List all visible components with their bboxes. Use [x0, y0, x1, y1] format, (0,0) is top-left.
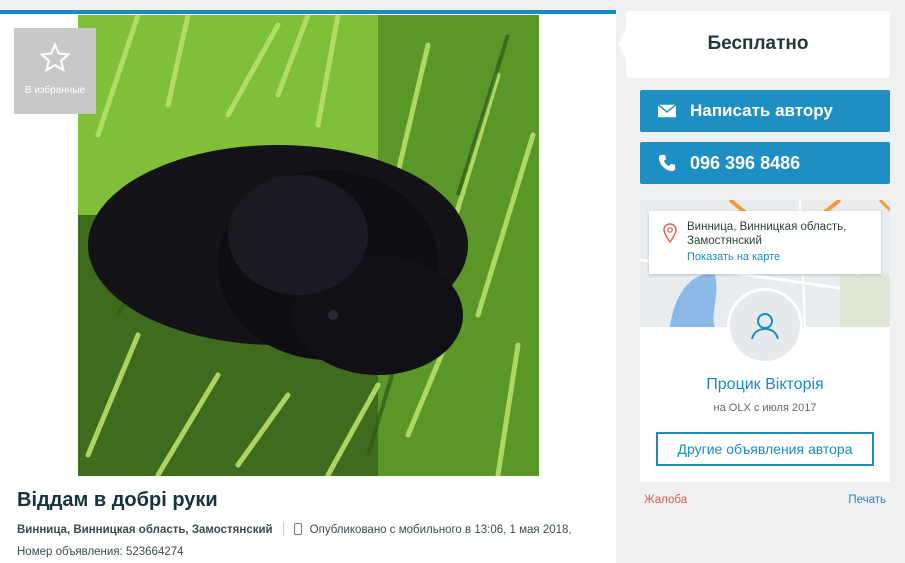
published-time: в 13:06, 1 мая 2018,: [465, 524, 572, 536]
add-to-favorites-button[interactable]: В избранные: [14, 28, 96, 114]
seller-name[interactable]: Процик Вікторія: [640, 376, 890, 394]
show-phone-button[interactable]: 096 396 8486: [640, 142, 890, 184]
show-on-map-link[interactable]: Показать на карте: [687, 250, 780, 264]
mobile-phone-icon: [293, 523, 302, 535]
listing-meta: Винница, Винницкая область, Замостянский…: [17, 519, 597, 563]
other-ads-button[interactable]: Другие объявления автора: [656, 432, 874, 466]
meta-divider: [282, 522, 284, 536]
listing-id-label: Номер объявления:: [17, 546, 123, 558]
avatar: [727, 288, 803, 364]
user-icon: [751, 313, 779, 340]
favorites-label: В избранные: [24, 85, 86, 96]
seller-address: Винница, Винницкая область, Замостянский: [687, 221, 847, 247]
price-value: Бесплатно: [707, 33, 809, 54]
listing-location[interactable]: Винница, Винницкая область, Замостянский: [17, 524, 273, 536]
phone-number: 096 396 8486: [690, 152, 801, 173]
published-from-mobile: Опубликовано с мобильного: [309, 524, 462, 536]
write-to-author-button[interactable]: Написать автору: [640, 90, 890, 132]
write-to-author-label: Написать автору: [690, 101, 833, 120]
listing-id-value: 523664274: [125, 546, 184, 558]
address-popup: Винница, Винницкая область, Замостянский…: [649, 211, 881, 274]
envelope-icon: [658, 104, 676, 118]
seller-since: на OLX с июля 2017: [713, 402, 817, 414]
listing-title: Віддам в добрі руки: [17, 489, 218, 511]
phone-icon: [658, 154, 676, 172]
price-box: Бесплатно: [618, 11, 890, 78]
location-pin-icon: [663, 223, 677, 243]
complain-link[interactable]: Жалоба: [644, 494, 687, 506]
star-icon: [39, 42, 71, 73]
print-link[interactable]: Печать: [848, 494, 886, 506]
seller-card: Винница, Винницкая область, Замостянский…: [640, 200, 890, 482]
puppy-photo-image: [78, 15, 539, 476]
listing-photo[interactable]: [78, 15, 539, 476]
